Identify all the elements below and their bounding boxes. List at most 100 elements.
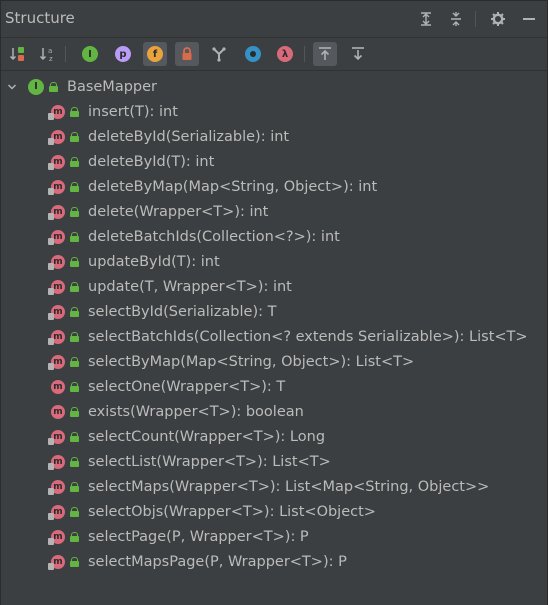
pin-icon <box>48 137 54 145</box>
tree-method-row[interactable]: m updateById(T): int <box>48 249 220 274</box>
method-label: delete(Wrapper<T>): int <box>88 203 269 220</box>
collapse-all-icon[interactable] <box>446 9 466 29</box>
expand-all-icon[interactable] <box>416 9 436 29</box>
public-lock-icon <box>70 431 79 442</box>
public-lock-icon <box>70 281 79 292</box>
settings-icon[interactable] <box>488 9 508 29</box>
autoscroll-from-source-icon[interactable] <box>346 42 370 66</box>
tree-method-row[interactable]: m selectObjs(Wrapper<T>): List<Object> <box>48 499 376 524</box>
tree-method-row[interactable]: m selectCount(Wrapper<T>): Long <box>48 424 326 449</box>
pin-icon <box>48 437 54 445</box>
title-separator <box>475 11 476 27</box>
tree-method-row[interactable]: m selectBatchIds(Collection<? extends Ser… <box>48 324 528 349</box>
method-label: deleteById(T): int <box>88 153 215 170</box>
lambda-badge: λ <box>277 46 293 62</box>
svg-text:a: a <box>48 47 52 55</box>
public-lock-icon <box>70 456 79 467</box>
autoscroll-to-source-icon[interactable] <box>313 42 337 66</box>
pin-icon <box>48 562 54 570</box>
method-label: selectPage(P, Wrapper<T>): P <box>88 528 309 545</box>
public-lock-icon <box>70 331 79 342</box>
method-label: updateById(T): int <box>88 253 220 270</box>
tree-method-row[interactable]: m selectMapsPage(P, Wrapper<T>): P <box>48 549 347 574</box>
structure-toolbar: az I p f λ <box>1 38 547 71</box>
method-icon: m <box>48 354 65 370</box>
pin-icon <box>48 487 54 495</box>
tree-method-row[interactable]: m selectOne(Wrapper<T>): T <box>51 374 285 399</box>
sort-alphabetically-icon[interactable]: az <box>36 42 60 66</box>
show-non-public-icon[interactable] <box>175 42 199 66</box>
pin-icon <box>48 237 54 245</box>
pin-icon <box>48 262 54 270</box>
method-label: deleteByMap(Map<String, Object>): int <box>88 178 378 195</box>
chevron-down-icon[interactable] <box>5 82 19 92</box>
method-label: selectMaps(Wrapper<T>): List<Map<String,… <box>88 478 490 495</box>
public-lock-icon <box>49 81 58 92</box>
show-fields-icon[interactable]: f <box>143 42 167 66</box>
sort-by-visibility-icon[interactable] <box>6 42 30 66</box>
method-icon: m <box>48 229 65 245</box>
inherited-badge: I <box>82 46 98 62</box>
tree-method-row[interactable]: m deleteById(T): int <box>48 149 215 174</box>
show-inherited-icon[interactable]: I <box>78 42 102 66</box>
tree-method-row[interactable]: m selectByMap(Map<String, Object>): List<… <box>48 349 415 374</box>
show-interfaces-icon[interactable] <box>207 42 231 66</box>
public-lock-icon <box>70 306 79 317</box>
method-icon: m <box>48 204 65 220</box>
show-properties-icon[interactable]: p <box>111 42 135 66</box>
tree-method-row[interactable]: m deleteBatchIds(Collection<?>): int <box>48 224 340 249</box>
method-label: deleteBatchIds(Collection<?>): int <box>88 228 340 245</box>
public-lock-icon <box>70 131 79 142</box>
pin-icon <box>48 112 54 120</box>
method-label: update(T, Wrapper<T>): int <box>88 278 292 295</box>
pin-icon <box>48 337 54 345</box>
method-label: selectList(Wrapper<T>): List<T> <box>88 453 331 470</box>
public-lock-icon <box>70 181 79 192</box>
tree-method-row[interactable]: m insert(T): int <box>48 99 178 124</box>
toolbar-separator-1 <box>65 46 66 62</box>
public-lock-icon <box>70 481 79 492</box>
method-icon: m <box>48 554 65 570</box>
method-icon: m <box>51 404 65 419</box>
pin-icon <box>48 537 54 545</box>
public-lock-icon <box>70 531 79 542</box>
public-lock-icon <box>70 556 79 567</box>
svg-text:z: z <box>49 55 53 63</box>
method-icon: m <box>48 454 65 470</box>
method-icon: m <box>48 429 65 445</box>
tree-method-row[interactable]: m selectById(Serializable): T <box>48 299 276 324</box>
tree-method-row[interactable]: m update(T, Wrapper<T>): int <box>48 274 292 299</box>
method-label: selectByMap(Map<String, Object>): List<T… <box>88 353 415 370</box>
method-icon: m <box>48 304 65 320</box>
method-label: deleteById(Serializable): int <box>88 128 290 145</box>
method-icon: m <box>48 104 65 120</box>
structure-tree: I BaseMapper m insert(T): int m deleteById(… <box>1 71 547 605</box>
title-bar: Structure <box>1 1 547 38</box>
tree-method-row[interactable]: m exists(Wrapper<T>): boolean <box>51 399 304 424</box>
pin-icon <box>48 462 54 470</box>
tree-method-row[interactable]: m selectMaps(Wrapper<T>): List<Map<String… <box>48 474 490 499</box>
method-icon: m <box>48 154 65 170</box>
minimize-icon[interactable] <box>519 9 539 29</box>
public-lock-icon <box>70 156 79 167</box>
method-icon: m <box>48 329 65 345</box>
method-icon: m <box>48 179 65 195</box>
tree-method-row[interactable]: m delete(Wrapper<T>): int <box>48 199 269 224</box>
method-label: selectMapsPage(P, Wrapper<T>): P <box>88 553 347 570</box>
public-lock-icon <box>70 506 79 517</box>
tree-method-row[interactable]: m deleteById(Serializable): int <box>48 124 290 149</box>
toolbar-separator-2 <box>304 46 305 62</box>
pin-icon <box>48 162 54 170</box>
tree-method-row[interactable]: m deleteByMap(Map<String, Object>): int <box>48 174 378 199</box>
public-lock-icon <box>70 231 79 242</box>
show-lambdas-icon[interactable]: λ <box>273 42 297 66</box>
tree-method-row[interactable]: m selectList(Wrapper<T>): List<T> <box>48 449 331 474</box>
tree-root-row[interactable]: I BaseMapper <box>5 74 157 99</box>
method-label: selectCount(Wrapper<T>): Long <box>88 428 326 445</box>
show-anonymous-classes-icon[interactable] <box>241 42 265 66</box>
tree-method-row[interactable]: m selectPage(P, Wrapper<T>): P <box>48 524 309 549</box>
pin-icon <box>48 512 54 520</box>
fields-badge: f <box>147 46 163 62</box>
public-lock-icon <box>70 356 79 367</box>
method-label: selectOne(Wrapper<T>): T <box>88 378 286 395</box>
